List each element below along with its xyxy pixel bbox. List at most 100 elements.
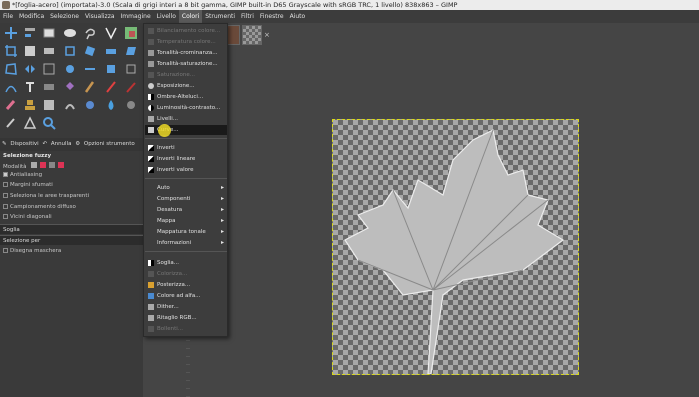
tab-tool-options[interactable]: ⚙ Opzioni strumento — [73, 138, 135, 151]
menu-item-posterize[interactable]: Posterizza... — [145, 280, 227, 290]
measure-tool-icon[interactable] — [22, 115, 38, 131]
menu-item-invert[interactable]: Inverti — [145, 143, 227, 153]
menu-finestre[interactable]: Finestre — [257, 10, 287, 23]
menu-modifica[interactable]: Modifica — [16, 10, 47, 23]
menu-colori[interactable]: Colori — [178, 10, 203, 23]
colori-menu-dropdown: Bilanciamento colore... Temperatura colo… — [143, 23, 228, 337]
menu-item-hue-chroma[interactable]: Tonalità-crominanza... — [145, 48, 227, 58]
ink-tool-icon[interactable] — [82, 97, 98, 113]
menu-item-saturation[interactable]: Saturazione... — [145, 70, 227, 80]
submenu-components[interactable]: Componenti ▸ — [145, 194, 227, 204]
color-picker-icon[interactable] — [3, 115, 19, 131]
menu-item-levels[interactable]: Livelli... — [145, 114, 227, 124]
submenu-info[interactable]: Informazioni ▸ — [145, 238, 227, 248]
menu-filtri[interactable]: Filtri — [238, 10, 257, 23]
tool-options-panel: Selezione fuzzy Modalità Antialiasing Ma… — [0, 151, 143, 397]
dodge-burn-icon[interactable] — [123, 97, 139, 113]
menu-visualizza[interactable]: Visualizza — [82, 10, 118, 23]
mode-intersect-icon[interactable] — [57, 162, 64, 168]
menu-item-color-balance[interactable]: Bilanciamento colore... — [145, 26, 227, 36]
bucket-fill-icon[interactable] — [62, 79, 78, 95]
seamless-clone-icon[interactable] — [123, 61, 139, 77]
submenu-tone-mapping[interactable]: Mappatura tonale ▸ — [145, 227, 227, 237]
foreground-select-icon[interactable] — [41, 43, 57, 59]
gradient-tool-icon[interactable] — [41, 79, 57, 95]
submenu-auto[interactable]: Auto ▸ — [145, 183, 227, 193]
menu-item-color-temperature[interactable]: Temperatura colore... — [145, 37, 227, 47]
menu-item-color-to-alpha[interactable]: Colore ad alfa... — [145, 291, 227, 301]
rect-select-icon[interactable] — [41, 25, 57, 41]
image-tab-thumbnail-2[interactable] — [242, 25, 262, 45]
blur-tool-icon[interactable] — [103, 97, 119, 113]
align-tool-icon[interactable] — [22, 25, 38, 41]
menu-selezione[interactable]: Selezione — [47, 10, 82, 23]
menu-item-threshold[interactable]: Soglia... — [145, 258, 227, 268]
menu-item-brightness-contrast[interactable]: Luminosità-contrasto... — [145, 103, 227, 113]
menu-livello[interactable]: Livello — [154, 10, 179, 23]
submenu-arrow-icon: ▸ — [220, 195, 224, 202]
text-tool-icon[interactable] — [22, 79, 38, 95]
scale-tool-icon[interactable] — [103, 43, 119, 59]
select-by-dropdown[interactable]: Selezione per — [0, 235, 143, 245]
sample-merged-checkbox[interactable]: Campionamento diffuso — [3, 204, 76, 210]
gimp-app-icon — [2, 1, 10, 9]
unified-transform-icon[interactable] — [62, 43, 78, 59]
scissors-icon[interactable] — [22, 43, 38, 59]
menu-item-invert-value[interactable]: Inverti valore — [145, 165, 227, 175]
menu-immagine[interactable]: Immagine — [118, 10, 154, 23]
menu-item-exposure[interactable]: Esposizione... — [145, 81, 227, 91]
menu-item-hue-saturation[interactable]: Tonalità-saturazione... — [145, 59, 227, 69]
mode-subtract-icon[interactable] — [48, 162, 55, 168]
3d-transform-icon[interactable] — [103, 61, 119, 77]
handle-transform-icon[interactable] — [82, 61, 98, 77]
select-transparent-checkbox[interactable]: Seleziona le aree trasparenti — [3, 193, 89, 199]
menu-item-hot[interactable]: Bollenti... — [145, 324, 227, 334]
menu-bar: File Modifica Selezione Visualizza Immagine L… — [0, 10, 699, 23]
saturation-icon — [148, 72, 154, 78]
warp-transform-icon[interactable] — [62, 61, 78, 77]
eraser-icon[interactable] — [3, 97, 19, 113]
submenu-map[interactable]: Mappa ▸ — [145, 216, 227, 226]
temperature-icon — [148, 39, 154, 45]
mode-add-icon[interactable] — [40, 162, 47, 168]
shear-tool-icon[interactable] — [123, 43, 139, 59]
crop-tool-icon[interactable] — [3, 43, 19, 59]
paths-tool-icon[interactable] — [3, 79, 19, 95]
menu-strumenti[interactable]: Strumenti — [202, 10, 238, 23]
ellipse-select-icon[interactable] — [62, 25, 78, 41]
airbrush-icon[interactable] — [123, 79, 139, 95]
rotate-tool-icon[interactable] — [82, 43, 98, 59]
image-canvas[interactable] — [332, 119, 579, 375]
threshold-slider[interactable]: Soglia — [0, 224, 143, 234]
menu-item-dither[interactable]: Dither... — [145, 302, 227, 312]
menu-item-invert-linear[interactable]: Inverti lineare — [145, 154, 227, 164]
select-by-color-icon[interactable] — [123, 25, 139, 41]
flip-tool-icon[interactable] — [22, 61, 38, 77]
perspective-tool-icon[interactable] — [3, 61, 19, 77]
menu-aiuto[interactable]: Aiuto — [287, 10, 309, 23]
paintbrush-icon[interactable] — [82, 79, 98, 95]
menu-file[interactable]: File — [0, 10, 16, 23]
close-tab-icon[interactable]: × — [264, 31, 270, 39]
mode-replace-icon[interactable] — [31, 162, 38, 168]
tab-devices[interactable]: ✎ Dispositivi — [0, 138, 39, 151]
cage-transform-icon[interactable] — [41, 61, 57, 77]
clone-stamp-icon[interactable] — [22, 97, 38, 113]
zoom-tool-icon[interactable] — [41, 115, 57, 131]
tab-undo[interactable]: ↶ Annulla — [40, 138, 71, 151]
draw-mask-checkbox[interactable]: Disegna maschera — [3, 248, 61, 254]
menu-item-rgb-clip[interactable]: Ritaglio RGB... — [145, 313, 227, 323]
menu-item-colorize[interactable]: Colorizza... — [145, 269, 227, 279]
move-tool-icon[interactable] — [3, 25, 19, 41]
antialiasing-checkbox[interactable]: Antialiasing — [3, 172, 42, 178]
diagonal-neighbors-checkbox[interactable]: Vicini diagonali — [3, 214, 52, 220]
lasso-icon[interactable] — [82, 25, 98, 41]
submenu-desaturate[interactable]: Desatura ▸ — [145, 205, 227, 215]
menu-item-shadows-highlights[interactable]: Ombre-Alteluci... — [145, 92, 227, 102]
pencil-icon[interactable] — [103, 79, 119, 95]
feather-checkbox[interactable]: Margini sfumati — [3, 182, 53, 188]
fuzzy-select-icon[interactable] — [103, 25, 119, 41]
heal-tool-icon[interactable] — [41, 97, 57, 113]
smudge-tool-icon[interactable] — [62, 97, 78, 113]
shadows-icon — [148, 94, 154, 100]
